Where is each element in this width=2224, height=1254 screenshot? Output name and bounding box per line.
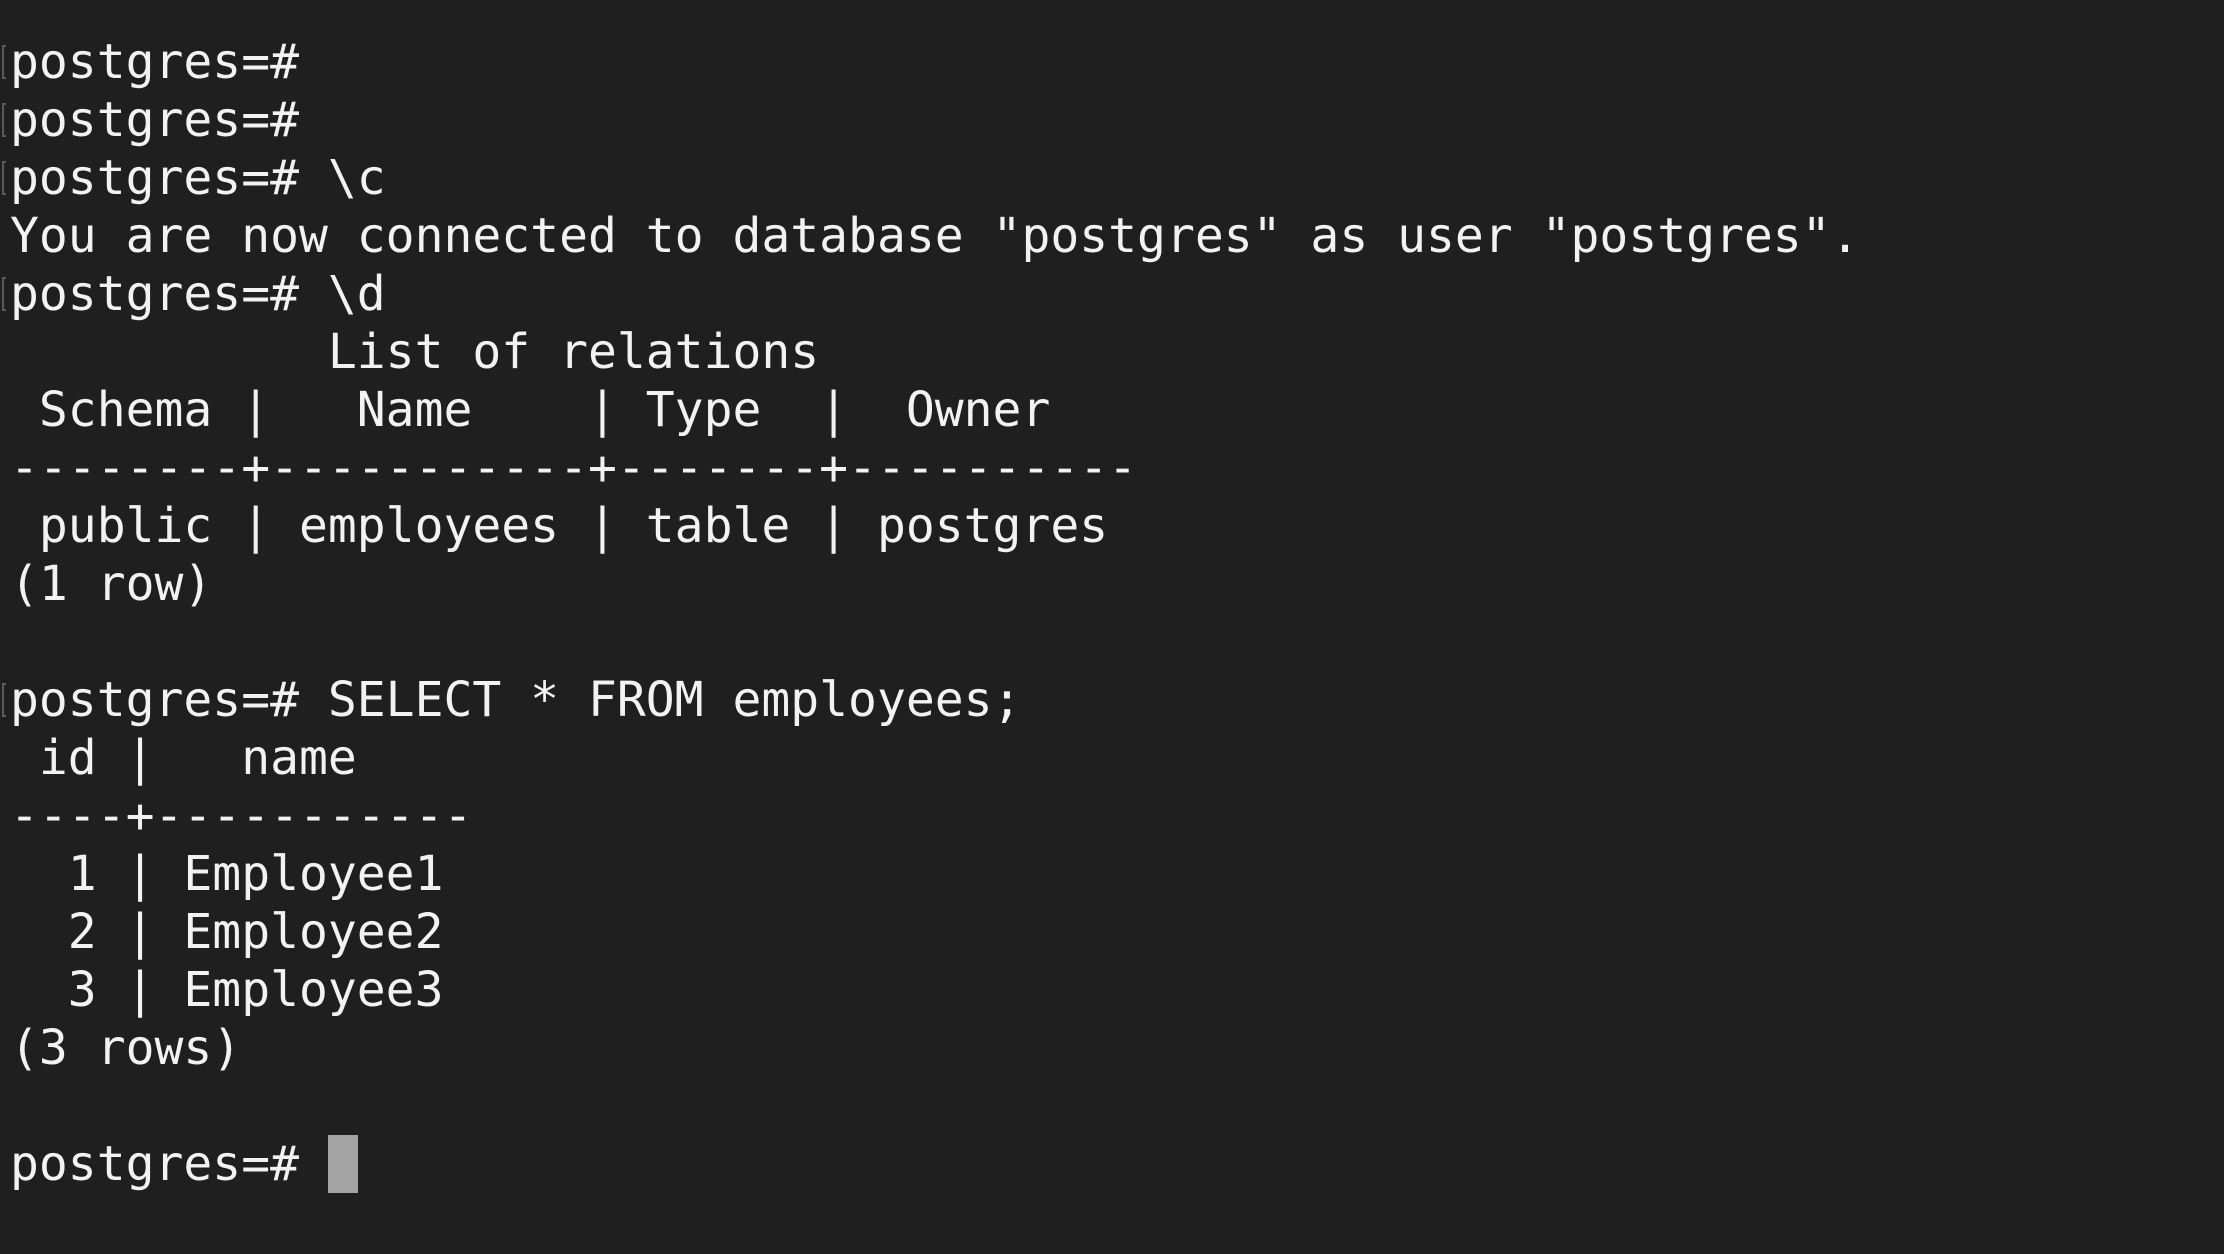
text-cursor[interactable] (327, 1135, 358, 1193)
row-count: (1 row) (10, 556, 213, 612)
prompt-mark (2, 277, 6, 311)
prompt-mark (2, 683, 6, 717)
relations-header: Schema | Name | Type | Owner (10, 382, 1051, 438)
row-count: (3 rows) (10, 1020, 242, 1076)
prompt-mark (2, 103, 6, 137)
active-prompt-line[interactable]: postgres=# (10, 1135, 2224, 1193)
employees-row: 2 | Employee2 (10, 904, 444, 960)
relations-separator: --------+-----------+-------+---------- (10, 440, 1138, 496)
terminal-line: You are now connected to database "postg… (10, 208, 1860, 264)
employees-row: 1 | Employee1 (10, 846, 444, 902)
terminal-line: postgres=# (2, 33, 2224, 91)
relations-title: List of relations (10, 324, 820, 380)
employees-header: id | name (10, 730, 357, 786)
employees-separator: ----+----------- (10, 788, 473, 844)
prompt-mark (2, 45, 6, 79)
prompt-text: postgres=# (10, 1136, 299, 1192)
terminal-line: postgres=# \c (2, 149, 2224, 207)
terminal-line: postgres=# (2, 91, 2224, 149)
terminal-line: postgres=# \d (2, 265, 2224, 323)
relations-row: public | employees | table | postgres (10, 498, 1109, 554)
employees-row: 3 | Employee3 (10, 962, 444, 1018)
terminal-window[interactable]: postgres=# postgres=# postgres=# \c You … (0, 0, 2224, 1254)
prompt-mark (2, 161, 6, 195)
terminal-line: postgres=# SELECT * FROM employees; (2, 671, 2224, 729)
